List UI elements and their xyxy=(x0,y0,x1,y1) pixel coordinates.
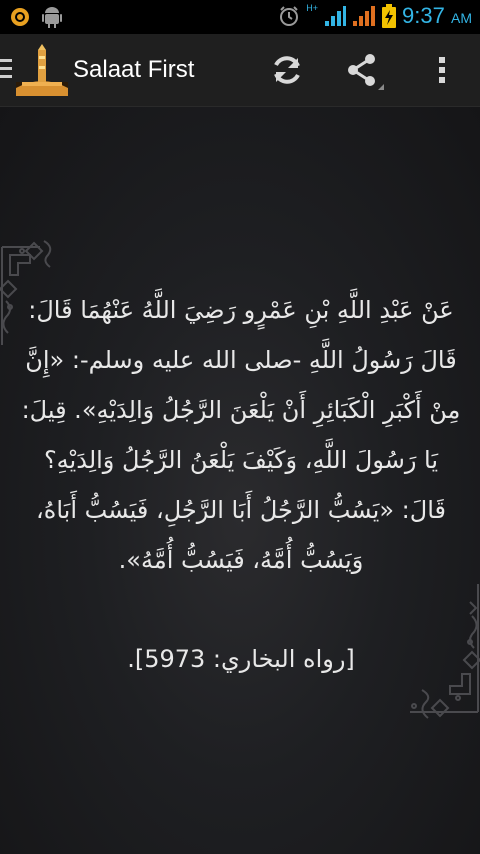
overflow-menu-icon[interactable] xyxy=(420,48,464,92)
android-debug-icon xyxy=(42,7,62,28)
drawer-indicator-icon[interactable] xyxy=(0,59,12,83)
app-title: Salaat First xyxy=(73,56,195,83)
signal-icon-2 xyxy=(353,6,376,26)
share-icon[interactable] xyxy=(340,48,384,92)
hadith-content-area[interactable]: عَنْ عَبْدِ اللَّهِ بْنِ عَمْرٍو رَضِيَ … xyxy=(0,107,480,854)
time-text: 9:37 xyxy=(402,3,445,28)
mosque-app-icon[interactable] xyxy=(16,44,68,96)
signal-icon xyxy=(325,6,347,26)
battery-charging-icon xyxy=(382,4,397,28)
status-time: 9:37 AM xyxy=(402,3,472,29)
status-bar: H+ 9:37 AM xyxy=(0,0,480,34)
ampm-text: AM xyxy=(451,10,472,26)
refresh-icon[interactable] xyxy=(265,48,309,92)
hadith-text: عَنْ عَبْدِ اللَّهِ بْنِ عَمْرٍو رَضِيَ … xyxy=(21,296,461,574)
notification-icon xyxy=(11,8,29,26)
action-bar: Salaat First xyxy=(0,34,480,107)
alarm-icon xyxy=(280,6,299,26)
hadith-source: [رواه البخاري: 5973]. xyxy=(127,645,355,673)
network-type-label: H+ xyxy=(306,3,319,13)
